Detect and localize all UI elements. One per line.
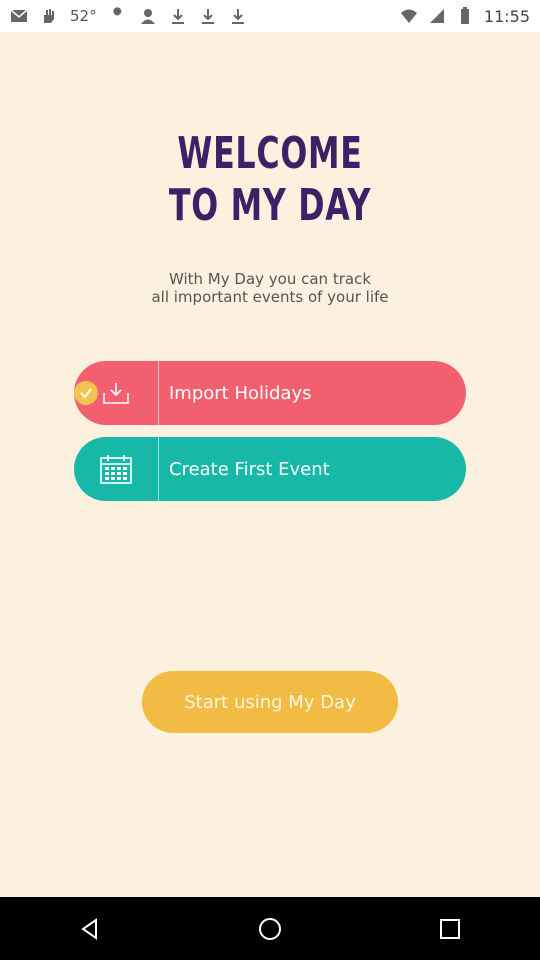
wrench-icon — [111, 7, 121, 22]
create-event-icon-area — [74, 437, 158, 501]
recents-icon — [440, 918, 460, 939]
recents-button[interactable] — [430, 909, 470, 949]
button-divider — [158, 361, 159, 425]
download-icon — [201, 9, 214, 24]
create-first-event-button[interactable]: Create First Event — [74, 437, 466, 501]
status-bar-left: 52° — [10, 7, 247, 25]
download-icon — [231, 9, 244, 24]
create-first-event-label: Create First Event — [169, 458, 330, 480]
start-using-label: Start using My Day — [184, 691, 356, 713]
start-using-button[interactable]: Start using My Day — [142, 671, 398, 733]
wifi-icon — [400, 9, 417, 23]
page-title: WELCOME TO MY DAY — [76, 128, 465, 232]
back-button[interactable] — [70, 909, 110, 949]
user-icon — [140, 9, 155, 24]
home-icon — [259, 917, 281, 940]
back-icon — [81, 917, 97, 940]
title-line-1: WELCOME — [177, 128, 363, 179]
subtitle: With My Day you can track all important … — [0, 270, 540, 306]
hand-icon — [44, 9, 54, 23]
download-icon — [171, 9, 184, 24]
status-bar: 52° 11:55 — [0, 0, 540, 32]
status-bar-right: 11:55 — [400, 7, 530, 26]
navigation-bar — [0, 897, 540, 960]
clock: 11:55 — [483, 6, 530, 26]
subtitle-line-2: all important events of your life — [151, 288, 389, 306]
subtitle-line-1: With My Day you can track — [168, 270, 372, 288]
import-holidays-label: Import Holidays — [169, 382, 312, 404]
mail-icon — [10, 9, 28, 22]
calendar-icon — [100, 455, 132, 484]
import-holidays-button[interactable]: Import Holidays — [74, 361, 466, 425]
check-icon — [74, 381, 98, 405]
signal-icon — [429, 9, 444, 23]
title-line-2: TO MY DAY — [168, 180, 372, 231]
download-tray-icon — [103, 383, 129, 404]
button-divider — [158, 437, 159, 501]
battery-icon — [460, 7, 469, 24]
home-button[interactable] — [250, 909, 290, 949]
import-holidays-icon-area — [74, 361, 158, 425]
temperature-label: 52° — [70, 7, 97, 25]
